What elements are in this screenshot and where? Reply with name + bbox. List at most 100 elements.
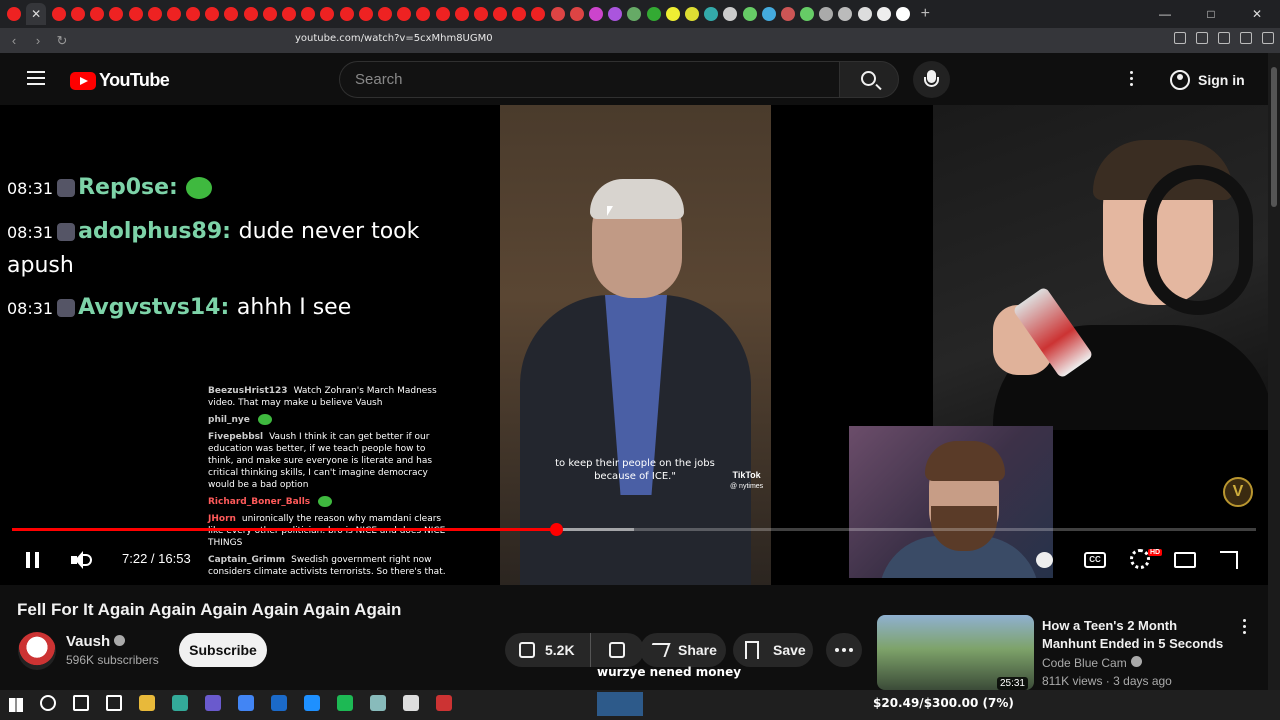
tab-favicon-icon[interactable] [186,7,201,21]
tab-favicon-icon[interactable] [90,7,105,21]
progress-bar[interactable] [12,523,1256,536]
tab-favicon-icon[interactable] [320,7,335,21]
channel-name[interactable]: Vaush [66,633,126,650]
recommended-video-menu-icon[interactable] [1243,619,1247,637]
page-scrollbar[interactable] [1268,53,1280,690]
tab-favicon-icon[interactable] [761,7,776,21]
channel-watermark[interactable]: V [1223,477,1253,507]
pause-icon[interactable] [26,552,40,568]
tab-favicon-icon[interactable] [435,7,450,21]
tab-favicon-icon[interactable] [493,7,508,21]
fullscreen-icon[interactable] [1220,551,1238,569]
tab-favicon-icon[interactable] [876,7,891,21]
tab-favicon-icon[interactable] [147,7,162,21]
taskbar-app-icon[interactable] [105,694,122,711]
taskbar-app-icon[interactable] [336,694,353,711]
subscribe-button[interactable]: Subscribe [179,633,267,667]
taskbar-app-icon[interactable] [39,694,56,711]
tab-favicon-icon[interactable] [339,7,354,21]
tab-favicon-icon[interactable] [301,7,316,21]
tab-favicon-icon[interactable] [377,7,392,21]
save-button[interactable]: Save [733,633,813,667]
taskbar-app-icon[interactable] [270,694,287,711]
theater-mode-icon[interactable] [1174,552,1196,568]
recommended-video-channel[interactable]: Code Blue Cam [1042,656,1142,670]
tab-favicon-icon[interactable] [646,7,661,21]
minimize-icon[interactable]: — [1142,0,1188,28]
recommended-video-thumbnail[interactable]: 25:31 [877,615,1034,690]
tab-favicon-icon[interactable] [109,7,124,21]
tab-favicon-icon[interactable] [51,7,66,21]
recommended-video-title[interactable]: How a Teen's 2 Month Manhunt Ended in 5 … [1042,617,1232,653]
tab-favicon-icon[interactable] [800,7,815,21]
hamburger-menu-icon[interactable] [27,71,45,85]
url-field[interactable]: youtube.com/watch?v=5cxMhm8UGM0 [295,33,493,44]
tab-favicon-icon[interactable] [819,7,834,21]
scrubber-handle[interactable] [549,523,563,536]
taskbar-app-icon[interactable] [237,694,254,711]
taskbar-app-icon[interactable] [402,694,419,711]
video-player[interactable]: 08:31 Rep0se: 08:31 adolphus89: dude never… [0,105,1268,585]
sidebar-icon[interactable] [1218,32,1230,44]
tab-favicon-icon[interactable] [224,7,239,21]
tab-favicon-icon[interactable] [205,7,220,21]
search-input[interactable]: Search [339,61,839,98]
tab-favicon-icon[interactable] [282,7,297,21]
tab-favicon-icon[interactable] [166,7,181,21]
tab-favicon-icon[interactable] [723,7,738,21]
tab-favicon-icon[interactable] [550,7,565,21]
more-actions-button[interactable] [826,633,862,667]
youtube-logo[interactable]: YouTube [70,70,170,91]
taskbar-app-icon[interactable] [435,694,452,711]
autoplay-toggle[interactable] [1036,552,1053,568]
channel-avatar[interactable] [18,632,56,670]
taskbar-app-icon[interactable] [72,694,89,711]
taskbar-app-icon[interactable] [369,694,386,711]
maximize-icon[interactable]: □ [1188,0,1234,28]
tab-favicon-icon[interactable] [608,7,623,21]
settings-more-icon[interactable] [1130,71,1136,89]
tab-favicon-icon[interactable] [473,7,488,21]
tab-favicon-icon[interactable] [358,7,373,21]
taskbar-app-icon[interactable] [171,694,188,711]
close-window-icon[interactable]: ✕ [1234,0,1280,28]
new-tab-icon[interactable]: + [921,5,930,23]
search-button[interactable] [839,61,899,98]
forward-icon[interactable]: › [28,33,48,48]
menu-icon[interactable] [1262,32,1274,44]
voice-search-button[interactable] [913,61,950,98]
tab-favicon-icon[interactable] [569,7,584,21]
tab-favicon-icon[interactable] [397,7,412,21]
tab-favicon-icon[interactable] [704,7,719,21]
tab-favicon-icon[interactable] [6,7,21,21]
like-button[interactable]: 5.2K [505,633,591,667]
settings-gear-icon[interactable] [1130,549,1150,569]
tab-favicon-icon[interactable] [70,7,85,21]
tab-favicon-icon[interactable] [512,7,527,21]
tab-favicon-icon[interactable] [665,7,680,21]
wallet-icon[interactable] [1240,32,1252,44]
volume-icon[interactable] [71,551,93,569]
tab-favicon-icon[interactable] [838,7,853,21]
taskbar-app-icon[interactable] [303,694,320,711]
tab-favicon-icon[interactable] [416,7,431,21]
media-icon[interactable] [1196,32,1208,44]
reload-icon[interactable]: ↻ [52,33,72,49]
tab-favicon-icon[interactable] [531,7,546,21]
active-tab-close-icon[interactable]: ✕ [26,3,47,25]
taskbar-app-icon[interactable] [204,694,221,711]
sign-in-button[interactable]: Sign in [1160,63,1255,96]
tab-favicon-icon[interactable] [243,7,258,21]
tab-favicon-icon[interactable] [684,7,699,21]
tab-favicon-icon[interactable] [627,7,642,21]
tab-favicon-icon[interactable] [262,7,277,21]
taskbar-app-icon[interactable] [138,694,155,711]
start-menu-icon[interactable] [9,698,23,712]
back-icon[interactable]: ‹ [4,33,24,48]
tab-favicon-icon[interactable] [128,7,143,21]
tab-favicon-icon[interactable] [742,7,757,21]
tab-favicon-icon[interactable] [454,7,469,21]
share-button[interactable]: Share [640,633,726,667]
dislike-button[interactable] [591,633,643,667]
tab-favicon-icon[interactable] [857,7,872,21]
